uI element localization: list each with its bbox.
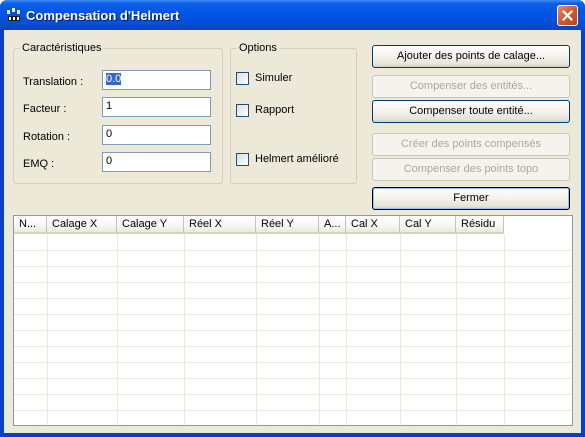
dialog-window: Compensation d'Helmert Caractéristiques … [0, 0, 585, 437]
report-label: Rapport [255, 104, 295, 116]
translation-label: Translation : [23, 76, 84, 88]
close-window-button[interactable] [557, 5, 578, 26]
compensate-entities-button[interactable]: Compenser des entités... [372, 75, 570, 98]
column-header-cal-x[interactable]: Cal X [346, 216, 400, 234]
table-gridline [14, 378, 572, 379]
points-table[interactable]: N... Calage X Calage Y Réel X Réel Y A..… [13, 215, 573, 426]
emq-label: EMQ : [23, 158, 55, 170]
add-control-points-button[interactable]: Ajouter des points de calage... [372, 45, 570, 68]
column-header-a[interactable]: A... [319, 216, 346, 234]
translation-input[interactable]: 0.0 [102, 70, 211, 90]
window-title: Compensation d'Helmert [26, 8, 180, 23]
column-header-cal-y[interactable]: Cal Y [400, 216, 456, 234]
rotation-label: Rotation : [23, 131, 71, 143]
table-header: N... Calage X Calage Y Réel X Réel Y A..… [14, 216, 504, 234]
dialog-client-area: Caractéristiques Translation : 0.0 Facte… [4, 30, 581, 433]
characteristics-legend: Caractéristiques [20, 42, 104, 54]
column-header-calage-y[interactable]: Calage Y [117, 216, 184, 234]
table-gridline [14, 346, 572, 347]
table-gridline [14, 410, 572, 411]
column-header-reel-y[interactable]: Réel Y [256, 216, 319, 234]
close-button[interactable]: Fermer [372, 187, 570, 210]
options-legend: Options [237, 42, 279, 54]
compensate-topo-points-button[interactable]: Compenser des points topo [372, 158, 570, 181]
improved-helmert-label: Helmert amélioré [255, 153, 339, 165]
column-header-reel-x[interactable]: Réel X [184, 216, 256, 234]
column-header-calage-x[interactable]: Calage X [47, 216, 117, 234]
improved-helmert-checkbox[interactable] [236, 153, 249, 166]
table-gridline [14, 282, 572, 283]
table-gridline [14, 330, 572, 331]
factor-input[interactable]: 1 [102, 97, 211, 117]
app-icon [7, 8, 20, 21]
factor-label: Facteur : [23, 103, 67, 115]
rotation-input[interactable]: 0 [102, 125, 211, 145]
emq-input[interactable]: 0 [102, 152, 211, 172]
compensate-all-button[interactable]: Compenser toute entité... [372, 100, 570, 123]
table-gridline [14, 298, 572, 299]
translation-value: 0.0 [106, 73, 122, 85]
table-gridline [14, 250, 572, 251]
table-gridline [14, 314, 572, 315]
simulate-label: Simuler [255, 72, 293, 84]
simulate-checkbox[interactable] [236, 72, 249, 85]
close-icon [562, 10, 573, 21]
table-gridline [14, 362, 572, 363]
report-checkbox[interactable] [236, 104, 249, 117]
column-header-number[interactable]: N... [14, 216, 47, 234]
title-bar[interactable]: Compensation d'Helmert [0, 0, 585, 30]
column-header-residu[interactable]: Résidu [456, 216, 504, 234]
table-gridline [14, 394, 572, 395]
create-compensated-points-button[interactable]: Créer des points compensés [372, 133, 570, 156]
table-gridline [14, 266, 572, 267]
